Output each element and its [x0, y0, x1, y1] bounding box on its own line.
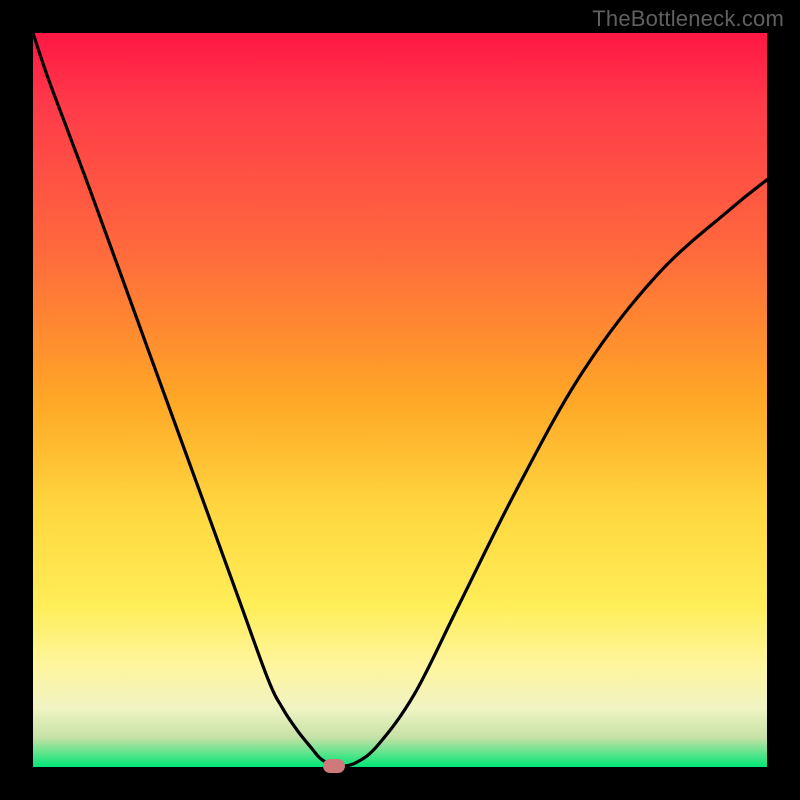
plot-area — [33, 33, 767, 767]
chart-frame: TheBottleneck.com — [0, 0, 800, 800]
bottleneck-curve — [33, 33, 767, 767]
watermark-text: TheBottleneck.com — [592, 6, 784, 32]
minimum-marker — [323, 759, 345, 773]
